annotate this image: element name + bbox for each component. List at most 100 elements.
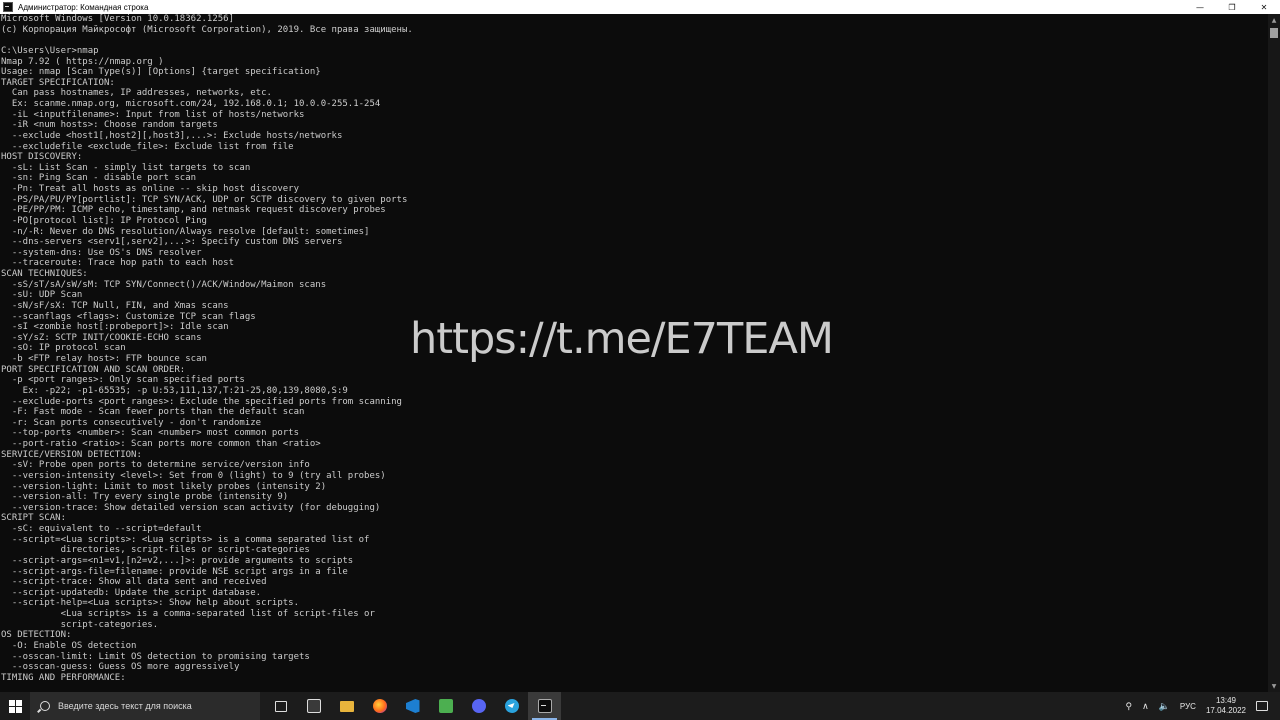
console-line: -n/-R: Never do DNS resolution/Always re… xyxy=(1,226,370,237)
console-line: -sU: UDP Scan xyxy=(1,290,83,301)
console-line: C:\Users\User>nmap xyxy=(1,45,99,56)
console-line: --osscan-guess: Guess OS more aggressive… xyxy=(1,662,240,673)
console-line: --exclude <host1[,host2][,host3],...>: E… xyxy=(1,130,343,141)
language-indicator[interactable]: РУС xyxy=(1180,702,1196,711)
console-line: --script-args=<n1=v1,[n2=v2,...]>: provi… xyxy=(1,555,354,566)
console-line: --osscan-limit: Limit OS detection to pr… xyxy=(1,651,310,662)
console-line: --version-light: Limit to most likely pr… xyxy=(1,481,327,492)
console-line: TIMING AND PERFORMANCE: xyxy=(1,672,126,683)
taskbar-tool[interactable] xyxy=(429,692,462,720)
system-tray: ⚲ ∧ 🔈 РУС 13:49 17.04.2022 xyxy=(1126,692,1280,720)
store-icon xyxy=(306,699,321,713)
people-icon[interactable]: ⚲ xyxy=(1126,701,1133,712)
console-line: --dns-servers <serv1[,serv2],...>: Speci… xyxy=(1,237,343,248)
console-line: <Lua scripts> is a comma-separated list … xyxy=(1,609,375,619)
maximize-button[interactable]: ❐ xyxy=(1216,0,1248,14)
vertical-scrollbar[interactable]: ▲ ▼ xyxy=(1268,14,1280,692)
console-line: Can pass hostnames, IP addresses, networ… xyxy=(1,88,272,99)
console-line: -F: Fast mode - Scan fewer ports than th… xyxy=(1,407,305,418)
taskbar-firefox[interactable] xyxy=(363,692,396,720)
console-line: -PS/PA/PU/PY[portlist]: TCP SYN/ACK, UDP… xyxy=(1,194,408,205)
clock[interactable]: 13:49 17.04.2022 xyxy=(1206,696,1246,716)
console-line: -sV: Probe open ports to determine servi… xyxy=(1,460,310,471)
console-line: HOST DISCOVERY: xyxy=(1,152,83,163)
console-line: --top-ports <number>: Scan <number> most… xyxy=(1,428,300,439)
console-line: -sL: List Scan - simply list targets to … xyxy=(1,162,251,173)
taskbar-telegram[interactable] xyxy=(495,692,528,720)
console-line: --port-ratio <ratio>: Scan ports more co… xyxy=(1,439,321,449)
console-line: --version-trace: Show detailed version s… xyxy=(1,502,381,513)
console-line: -sS/sT/sA/sW/sM: TCP SYN/Connect()/ACK/W… xyxy=(1,279,327,290)
taskbar-vscode[interactable] xyxy=(396,692,429,720)
taskbar: ⚲ ∧ 🔈 РУС 13:49 17.04.2022 xyxy=(0,692,1280,720)
watermark-text: https://t.me/E7TEAM xyxy=(410,314,834,364)
scroll-up-icon[interactable]: ▲ xyxy=(1268,14,1280,26)
title-bar: Администратор: Командная строка — ❐ ✕ xyxy=(0,0,1280,14)
clock-date: 17.04.2022 xyxy=(1205,706,1246,715)
task-view-button[interactable] xyxy=(264,692,297,720)
search-input[interactable] xyxy=(58,701,248,711)
console-line: -sC: equivalent to --script=default xyxy=(1,524,202,534)
taskbar-cmd[interactable] xyxy=(528,692,561,720)
console-line: --script-trace: Show all data sent and r… xyxy=(1,577,267,588)
scroll-down-icon[interactable]: ▼ xyxy=(1268,680,1280,692)
console-line: Usage: nmap [Scan Type(s)] [Options] {ta… xyxy=(1,67,321,78)
minimize-button[interactable]: — xyxy=(1184,0,1216,14)
vscode-icon xyxy=(405,699,420,713)
console-line: --script-help=<Lua scripts>: Show help a… xyxy=(1,598,300,609)
taskbar-apps xyxy=(264,692,561,720)
telegram-icon xyxy=(504,699,519,713)
console-line: script-categories. xyxy=(1,619,159,630)
console-line: SCAN TECHNIQUES: xyxy=(1,269,88,279)
task-view-icon xyxy=(274,700,287,712)
folder-icon xyxy=(339,700,354,712)
discord-icon xyxy=(471,699,486,713)
taskbar-explorer[interactable] xyxy=(330,692,363,720)
speaker-icon[interactable]: 🔈 xyxy=(1159,701,1170,712)
console-line: directories, script-files or script-cate… xyxy=(1,545,310,556)
clock-time: 13:49 xyxy=(1215,696,1236,705)
console-line: Ex: -p22; -p1-65535; -p U:53,111,137,T:2… xyxy=(1,385,348,396)
chevron-up-icon[interactable]: ∧ xyxy=(1142,701,1149,712)
firefox-icon xyxy=(372,699,387,713)
console-line: --system-dns: Use OS's DNS resolver xyxy=(1,247,202,258)
scroll-thumb[interactable] xyxy=(1270,28,1278,38)
taskbar-search[interactable] xyxy=(30,692,260,720)
console-line: --script-args-file=filename: provide NSE… xyxy=(1,566,348,577)
console-line: -O: Enable OS detection xyxy=(1,640,137,651)
console-line: Microsoft Windows [Version 10.0.18362.12… xyxy=(1,14,234,24)
console-line: --script=<Lua scripts>: <Lua scripts> is… xyxy=(1,534,370,545)
console-line: TARGET SPECIFICATION: xyxy=(1,77,115,88)
tool-app-icon xyxy=(438,699,453,713)
windows-logo-icon xyxy=(8,699,22,713)
console-line: Ex: scanme.nmap.org, microsoft.com/24, 1… xyxy=(1,99,381,109)
console-line: Nmap 7.92 ( https://nmap.org ) xyxy=(1,56,164,67)
console-line: --exclude-ports <port ranges>: Exclude t… xyxy=(1,396,402,407)
console-line: -iL <inputfilename>: Input from list of … xyxy=(1,109,305,120)
cmd-app-icon xyxy=(3,2,13,12)
search-icon xyxy=(40,701,50,711)
console-line: -PE/PP/PM: ICMP echo, timestamp, and net… xyxy=(1,205,386,216)
console-line: -r: Scan ports consecutively - don't ran… xyxy=(1,417,262,428)
console-line: -Pn: Treat all hosts as online -- skip h… xyxy=(1,184,300,194)
console-line: (c) Корпорация Майкрософт (Microsoft Cor… xyxy=(1,24,413,35)
console-line: -p <port ranges>: Only scan specified po… xyxy=(1,375,245,386)
cmd-icon xyxy=(537,699,552,713)
console-line: -PO[protocol list]: IP Protocol Ping xyxy=(1,215,207,226)
console-line: --version-all: Try every single probe (i… xyxy=(1,492,289,503)
console-line: --version-intensity <level>: Set from 0 … xyxy=(1,470,386,481)
console-line: -sN/sF/sX: TCP Null, FIN, and Xmas scans xyxy=(1,300,229,311)
taskbar-store[interactable] xyxy=(297,692,330,720)
notification-icon[interactable] xyxy=(1256,701,1268,711)
console-line: --excludefile <exclude_file>: Exclude li… xyxy=(1,141,294,152)
console-line: --traceroute: Trace hop path to each hos… xyxy=(1,258,234,269)
console-line: --script-updatedb: Update the script dat… xyxy=(1,587,262,598)
console-line: SCRIPT SCAN: xyxy=(1,513,67,524)
taskbar-discord[interactable] xyxy=(462,692,495,720)
console-line: -iR <num hosts>: Choose random targets xyxy=(1,120,218,131)
console-line: OS DETECTION: xyxy=(1,630,72,641)
start-button[interactable] xyxy=(0,692,30,720)
console-line: -sn: Ping Scan - disable port scan xyxy=(1,173,197,184)
console-line: SERVICE/VERSION DETECTION: xyxy=(1,449,142,460)
close-button[interactable]: ✕ xyxy=(1248,0,1280,14)
